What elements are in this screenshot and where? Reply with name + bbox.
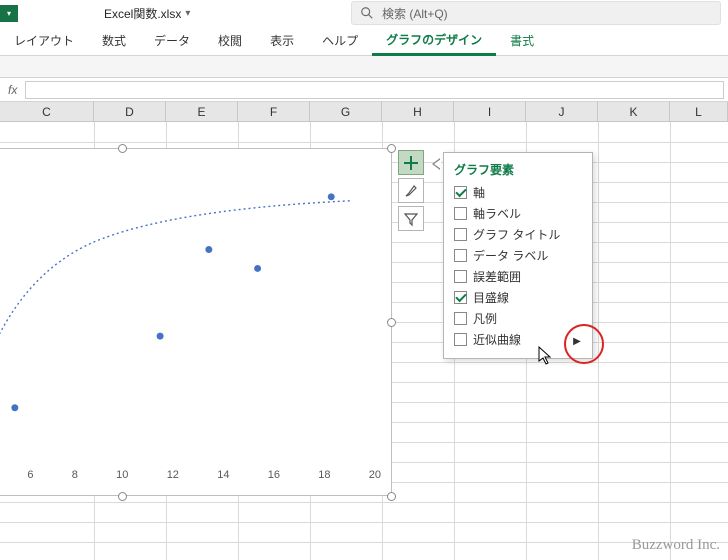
checkbox-icon[interactable] (454, 228, 467, 241)
xtick: 10 (116, 469, 128, 485)
quickaccess-dropdown[interactable]: ▾ (0, 5, 18, 22)
funnel-icon (403, 211, 419, 227)
col-header[interactable]: G (310, 102, 382, 121)
formula-bar: fx (0, 78, 728, 102)
checkbox-icon[interactable] (454, 333, 467, 346)
xtick: 14 (217, 469, 229, 485)
tab-formulas[interactable]: 数式 (88, 26, 140, 55)
checkbox-icon[interactable] (454, 207, 467, 220)
xtick: 16 (268, 469, 280, 485)
chart-handle[interactable] (118, 492, 127, 501)
spreadsheet-grid[interactable]: 4 6 8 10 12 14 16 18 20 グラフ要素 軸 軸ラベル (0, 122, 728, 560)
chart-handle[interactable] (387, 318, 396, 327)
chart-x-axis: 4 6 8 10 12 14 16 18 20 (0, 469, 381, 485)
search-placeholder: 検索 (Alt+Q) (382, 5, 448, 22)
col-header[interactable]: D (94, 102, 166, 121)
flyout-option-axis-labels[interactable]: 軸ラベル (454, 203, 582, 224)
column-headers: C D E F G H I J K L (0, 102, 728, 122)
chart-floating-buttons (398, 150, 424, 231)
chart-handle[interactable] (387, 144, 396, 153)
flyout-option-legend[interactable]: 凡例 (454, 308, 582, 329)
col-header[interactable]: I (454, 102, 526, 121)
checkbox-icon[interactable] (454, 186, 467, 199)
col-header[interactable]: H (382, 102, 454, 121)
flyout-option-gridlines[interactable]: 目盛線 (454, 287, 582, 308)
chart-handle[interactable] (118, 144, 127, 153)
chart-handle[interactable] (387, 492, 396, 501)
filename-text: Excel関数.xlsx (104, 5, 181, 22)
flyout-option-data-labels[interactable]: データ ラベル (454, 245, 582, 266)
tab-format[interactable]: 書式 (496, 26, 548, 55)
formula-input[interactable] (25, 81, 724, 99)
ribbon-toolstrip (0, 56, 728, 78)
chart-styles-button[interactable] (398, 178, 424, 203)
xtick: 8 (72, 469, 78, 485)
col-header[interactable]: J (526, 102, 598, 121)
tab-view[interactable]: 表示 (256, 26, 308, 55)
col-header[interactable]: C (0, 102, 94, 121)
col-header[interactable]: E (166, 102, 238, 121)
chart-plot (0, 159, 381, 467)
chart-elements-flyout: グラフ要素 軸 軸ラベル グラフ タイトル データ ラベル 誤差範囲 目盛線 凡… (443, 152, 593, 359)
flyout-caret-icon (432, 158, 440, 170)
ribbon-tabs: レイアウト 数式 データ 校閲 表示 ヘルプ グラフのデザイン 書式 (0, 26, 728, 56)
tab-layout[interactable]: レイアウト (0, 26, 88, 55)
xtick: 12 (167, 469, 179, 485)
xtick: 20 (369, 469, 381, 485)
flyout-title: グラフ要素 (454, 161, 582, 178)
filename[interactable]: Excel関数.xlsx ▾ (104, 5, 190, 22)
fx-label[interactable]: fx (0, 83, 25, 97)
col-header[interactable]: F (238, 102, 310, 121)
tab-review[interactable]: 校閲 (204, 26, 256, 55)
chart-filters-button[interactable] (398, 206, 424, 231)
checkbox-icon[interactable] (454, 270, 467, 283)
chart-object[interactable]: 4 6 8 10 12 14 16 18 20 (0, 148, 392, 496)
tab-data[interactable]: データ (140, 26, 204, 55)
filename-caret-icon: ▾ (185, 8, 190, 19)
flyout-option-error-bars[interactable]: 誤差範囲 (454, 266, 582, 287)
col-header[interactable]: K (598, 102, 670, 121)
watermark: Buzzword Inc. (632, 537, 720, 554)
flyout-option-axes[interactable]: 軸 (454, 182, 582, 203)
tab-help[interactable]: ヘルプ (308, 26, 372, 55)
search-box[interactable]: 検索 (Alt+Q) (351, 1, 721, 25)
flyout-option-trendline[interactable]: 近似曲線 (454, 329, 582, 350)
tab-chart-design[interactable]: グラフのデザイン (372, 27, 496, 56)
search-icon (360, 6, 374, 20)
brush-icon (403, 183, 419, 199)
plus-icon (403, 155, 419, 171)
checkbox-icon[interactable] (454, 312, 467, 325)
xtick: 6 (27, 469, 33, 485)
flyout-expand-button[interactable]: ▶ (568, 332, 586, 350)
xtick: 18 (318, 469, 330, 485)
title-bar: ▾ Excel関数.xlsx ▾ 検索 (Alt+Q) (0, 0, 728, 26)
flyout-option-chart-title[interactable]: グラフ タイトル (454, 224, 582, 245)
checkbox-icon[interactable] (454, 249, 467, 262)
chart-elements-button[interactable] (398, 150, 424, 175)
col-header[interactable]: L (670, 102, 728, 121)
checkbox-icon[interactable] (454, 291, 467, 304)
